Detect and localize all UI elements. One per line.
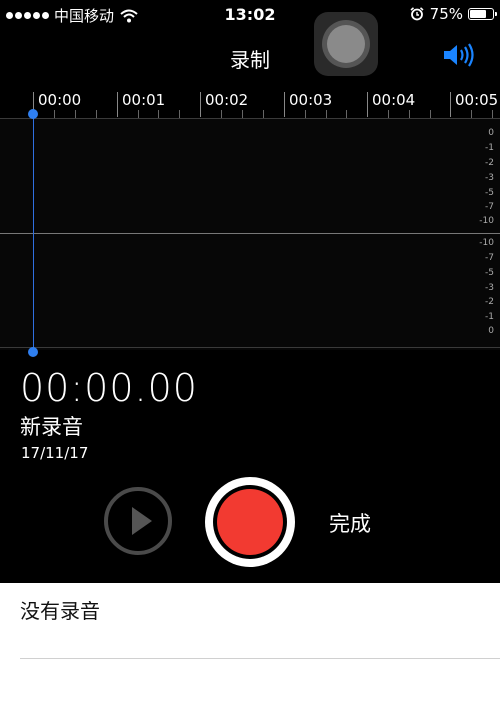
timeline-label: 00:05 <box>455 91 499 109</box>
recordings-list: 没有录音 <box>0 583 500 711</box>
recording-date: 17/11/17 <box>21 444 89 462</box>
playhead-handle-top[interactable] <box>28 109 38 119</box>
timeline-label: 00:02 <box>205 91 249 109</box>
battery-fill <box>470 10 486 18</box>
record-button[interactable] <box>205 477 295 567</box>
alarm-icon <box>410 7 424 21</box>
db-label: -1 <box>485 143 494 153</box>
play-button[interactable] <box>104 487 172 555</box>
record-icon <box>217 489 283 555</box>
db-label: 0 <box>488 326 494 336</box>
db-label: -7 <box>485 253 494 263</box>
playhead-handle-bottom[interactable] <box>28 347 38 357</box>
speaker-icon[interactable] <box>440 40 480 70</box>
db-label: -7 <box>485 202 494 212</box>
db-label: -3 <box>485 173 494 183</box>
status-right: 75% <box>410 5 497 23</box>
playhead-line[interactable] <box>33 112 34 353</box>
timeline-ruler[interactable]: 00:00 00:01 00:02 00:03 00:04 00:05 <box>0 86 500 118</box>
db-label: -5 <box>485 188 494 198</box>
waveform-midline <box>0 233 500 234</box>
timeline-label: 00:00 <box>38 91 82 109</box>
db-label: -10 <box>479 238 494 248</box>
empty-list-text: 没有录音 <box>20 599 100 623</box>
done-button[interactable]: 完成 <box>329 508 371 538</box>
db-label: -1 <box>485 312 494 322</box>
elapsed-time: 00:00.00 <box>20 366 198 410</box>
db-label: 0 <box>488 128 494 138</box>
db-label: -2 <box>485 158 494 168</box>
waveform-area: 0 -1 -2 -3 -5 -7 -10 -10 -7 -5 -3 -2 -1 … <box>0 118 500 350</box>
db-label: -2 <box>485 297 494 307</box>
db-label: -3 <box>485 283 494 293</box>
assistive-touch-button[interactable] <box>314 12 378 76</box>
play-icon <box>132 507 152 535</box>
recording-name[interactable]: 新录音 <box>20 411 83 441</box>
db-label: -10 <box>479 216 494 226</box>
db-label: -5 <box>485 268 494 278</box>
list-separator <box>20 658 500 659</box>
battery-icon <box>468 8 497 20</box>
status-bar: 中国移动 13:02 75% <box>0 0 500 28</box>
page-title: 录制 <box>230 48 270 72</box>
battery-percent: 75% <box>429 5 463 23</box>
timeline-label: 00:03 <box>289 91 333 109</box>
timeline-label: 00:01 <box>122 91 166 109</box>
timeline-label: 00:04 <box>372 91 416 109</box>
